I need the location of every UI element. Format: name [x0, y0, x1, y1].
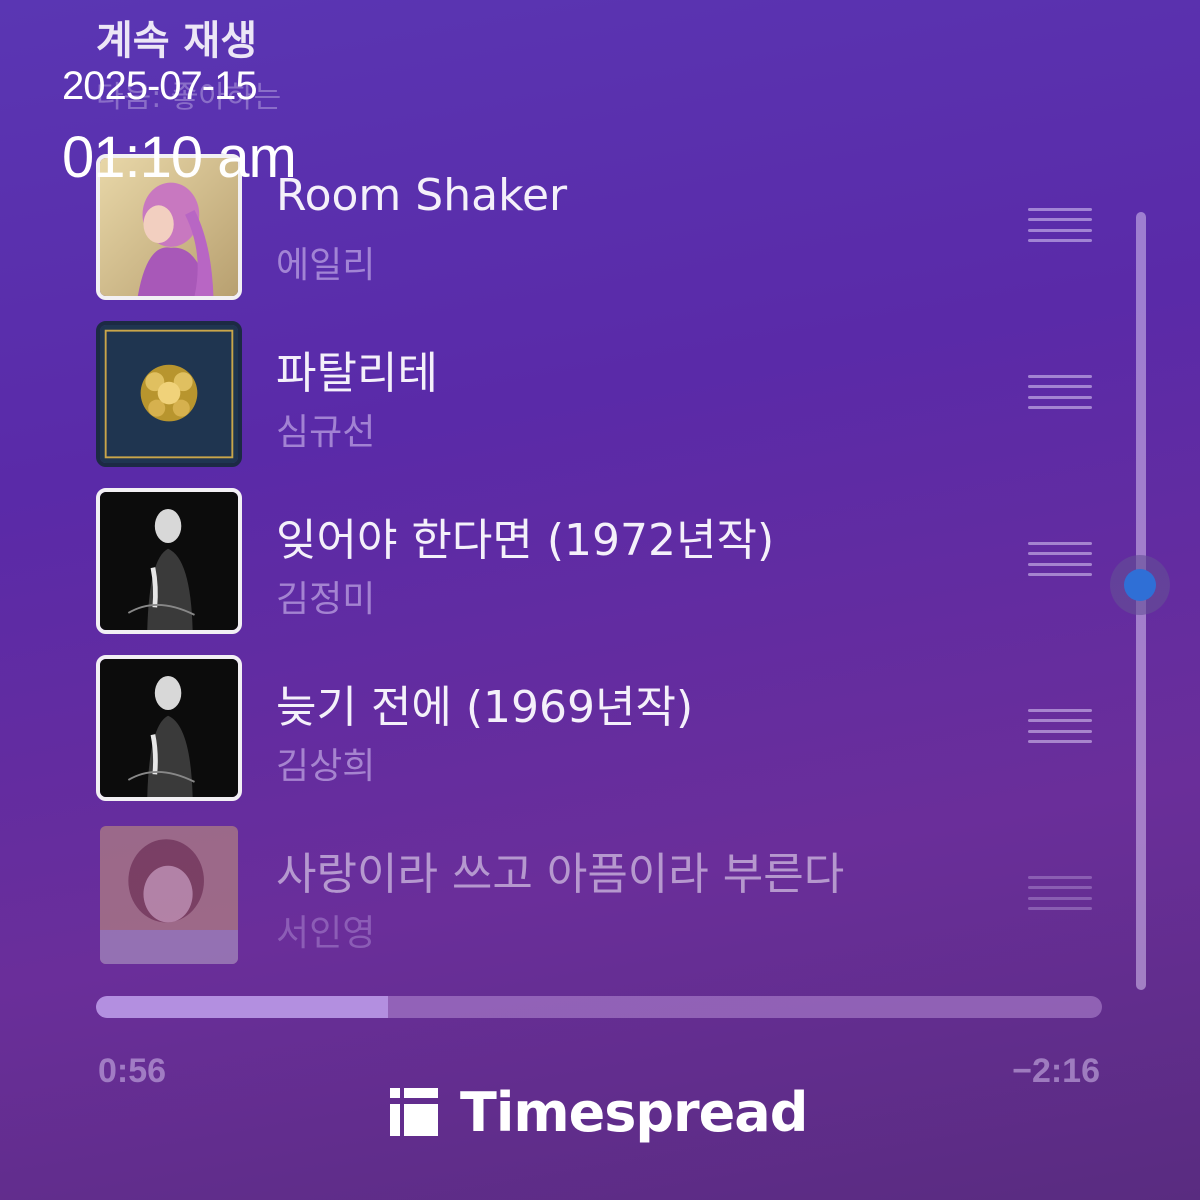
track-title: 파탈리테	[276, 348, 438, 399]
queue-track-item[interactable]: 파탈리테 심규선	[96, 321, 1106, 467]
queue-track-item[interactable]: 잊어야 한다면 (1972년작) 김정미	[96, 488, 1106, 634]
remaining-time: −2:16	[1012, 1052, 1100, 1090]
reorder-handle-icon[interactable]	[1028, 208, 1092, 242]
timestamp-date: 2025-07-15	[62, 64, 258, 108]
album-cover-fatalite	[96, 321, 242, 467]
reorder-handle-icon[interactable]	[1028, 709, 1092, 743]
reorder-handle-icon[interactable]	[1028, 542, 1092, 576]
playback-progress-fill	[96, 996, 388, 1018]
now-playing-queue-screen: 계속 재생 다음: 좋아하는 Room Shaker 에일리 파탈리테 심규선 …	[0, 0, 1200, 1200]
timestamp-time: 01:10 am	[62, 125, 297, 190]
elapsed-time: 0:56	[98, 1052, 167, 1090]
track-title: 늦기 전에 (1969년작)	[276, 682, 694, 733]
reorder-handle-icon[interactable]	[1028, 375, 1092, 409]
track-artist: 김상희	[276, 746, 376, 787]
black-white-portrait-cover-icon	[100, 492, 238, 630]
album-cover-track-3	[96, 488, 242, 634]
track-title: Room Shaker	[276, 170, 568, 221]
gold-floral-navy-cover-icon	[100, 325, 238, 463]
brand-watermark: Timespread	[390, 1080, 808, 1144]
album-cover-track-4	[96, 655, 242, 801]
reorder-handle-icon[interactable]	[1028, 876, 1092, 910]
track-title: 잊어야 한다면 (1972년작)	[276, 515, 775, 566]
soft-portrait-cover-icon	[100, 826, 238, 964]
black-white-portrait-cover-icon	[100, 659, 238, 797]
track-artist: 심규선	[276, 412, 376, 453]
timespread-logo-icon	[390, 1088, 438, 1136]
track-artist: 김정미	[276, 579, 376, 620]
track-artist: 서인영	[276, 913, 376, 954]
playback-progress-bar[interactable]	[96, 996, 1102, 1018]
queue-header-title: 계속 재생	[96, 18, 258, 64]
queue-track-item[interactable]: 늦기 전에 (1969년작) 김상희	[96, 655, 1106, 801]
brand-name: Timespread	[460, 1080, 808, 1144]
queue-track-item[interactable]: 사랑이라 쓰고 아픔이라 부른다 서인영	[96, 822, 1106, 968]
album-cover-track-5	[96, 822, 242, 968]
track-title: 사랑이라 쓰고 아픔이라 부른다	[276, 849, 845, 900]
track-artist: 에일리	[276, 245, 376, 286]
